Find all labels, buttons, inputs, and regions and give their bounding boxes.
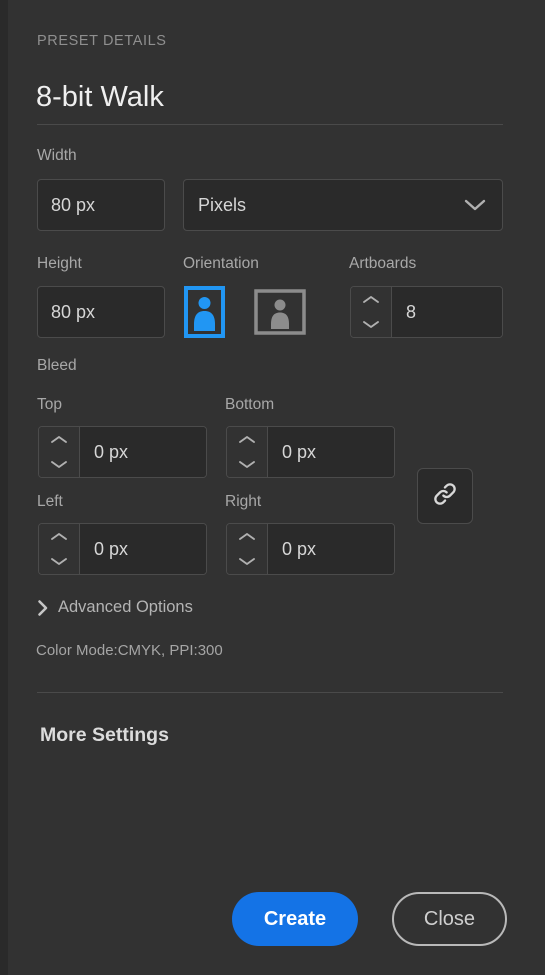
bleed-right-arrows[interactable] (227, 524, 268, 574)
landscape-orientation-icon (254, 289, 306, 335)
bleed-left-value-box[interactable]: 0 px (80, 524, 206, 574)
bleed-right-stepper[interactable]: 0 px (226, 523, 395, 575)
advanced-options-toggle[interactable]: Advanced Options (37, 598, 193, 617)
bleed-left-label: Left (37, 493, 63, 510)
link-chain-icon (431, 480, 459, 513)
portrait-orientation-icon (184, 286, 225, 338)
width-value: 80 px (51, 195, 96, 215)
chevron-down-icon (464, 198, 502, 212)
artboards-stepper[interactable]: 8 (350, 286, 503, 338)
chevron-up-icon[interactable] (50, 431, 68, 449)
chevron-down-icon[interactable] (238, 553, 256, 571)
bleed-bottom-value: 0 px (282, 442, 317, 462)
bleed-label: Bleed (37, 357, 77, 374)
create-button[interactable]: Create (232, 892, 358, 946)
preset-name-input[interactable]: 8-bit Walk (36, 81, 164, 114)
artboards-stepper-arrows[interactable] (351, 287, 392, 337)
height-label: Height (37, 255, 82, 272)
bleed-link-button[interactable] (417, 468, 473, 524)
chevron-up-icon[interactable] (238, 528, 256, 546)
bleed-left-value: 0 px (94, 539, 129, 559)
bleed-top-value: 0 px (94, 442, 129, 462)
bleed-top-value-box[interactable]: 0 px (80, 427, 206, 477)
chevron-up-icon[interactable] (238, 431, 256, 449)
height-value: 80 px (51, 302, 96, 322)
advanced-summary: Color Mode:CMYK, PPI:300 (36, 642, 223, 659)
chevron-right-icon (37, 599, 49, 617)
artboards-value: 8 (406, 302, 417, 322)
bleed-top-arrows[interactable] (39, 427, 80, 477)
bleed-top-label: Top (37, 396, 62, 413)
footer-divider (37, 692, 503, 693)
bleed-bottom-arrows[interactable] (227, 427, 268, 477)
chevron-down-icon[interactable] (50, 553, 68, 571)
bleed-bottom-value-box[interactable]: 0 px (268, 427, 394, 477)
bleed-left-stepper[interactable]: 0 px (38, 523, 207, 575)
units-value: Pixels (198, 195, 247, 215)
height-input[interactable]: 80 px (37, 286, 165, 338)
close-button[interactable]: Close (392, 892, 507, 946)
bleed-right-value-box[interactable]: 0 px (268, 524, 394, 574)
advanced-options-label: Advanced Options (58, 598, 193, 616)
orientation-portrait-button[interactable] (184, 286, 225, 338)
bleed-right-label: Right (225, 493, 262, 510)
artboards-label: Artboards (349, 255, 417, 272)
bleed-bottom-stepper[interactable]: 0 px (226, 426, 395, 478)
header-divider (37, 124, 503, 125)
bleed-left-arrows[interactable] (39, 524, 80, 574)
chevron-down-icon[interactable] (50, 456, 68, 474)
chevron-up-icon[interactable] (362, 291, 380, 309)
orientation-landscape-button[interactable] (254, 289, 306, 335)
orientation-label: Orientation (183, 255, 259, 272)
bleed-right-value: 0 px (282, 539, 317, 559)
width-label: Width (37, 147, 77, 164)
chevron-down-icon[interactable] (362, 316, 380, 334)
width-input[interactable]: 80 px (37, 179, 165, 231)
more-settings-button[interactable]: More Settings (40, 724, 169, 747)
bleed-bottom-label: Bottom (225, 396, 275, 413)
chevron-up-icon[interactable] (50, 528, 68, 546)
chevron-down-icon[interactable] (238, 456, 256, 474)
preset-details-panel: PRESET DETAILS 8-bit Walk Width 80 px Pi… (0, 0, 545, 975)
bleed-top-stepper[interactable]: 0 px (38, 426, 207, 478)
artboards-value-box[interactable]: 8 (392, 287, 502, 337)
section-title: PRESET DETAILS (37, 33, 167, 49)
units-select[interactable]: Pixels (183, 179, 503, 231)
panel-left-gutter (0, 0, 8, 975)
